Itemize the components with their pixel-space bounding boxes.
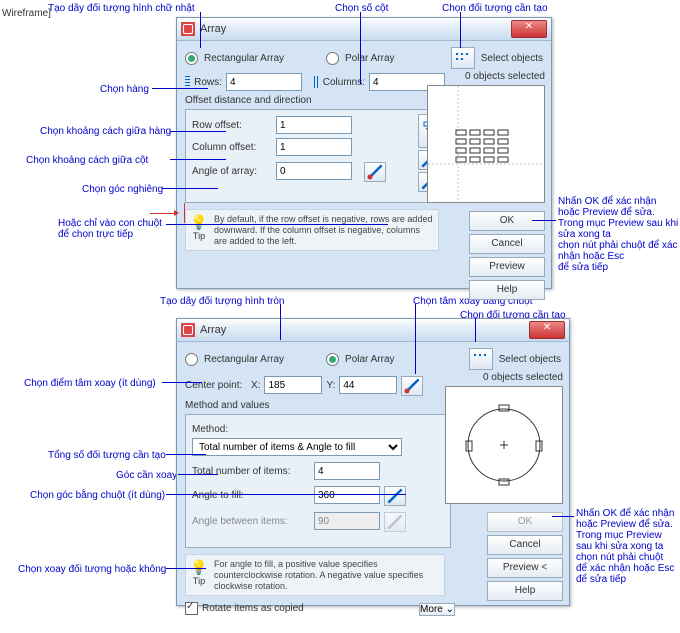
pick-afill-icon xyxy=(385,486,405,506)
app-icon xyxy=(181,22,195,36)
app-icon2 xyxy=(181,323,195,337)
cols-icon xyxy=(314,76,319,88)
preview-pane2 xyxy=(445,386,563,504)
rows-icon xyxy=(185,76,190,88)
radio-rect2[interactable] xyxy=(185,353,198,366)
ann-rows: Chọn hàng xyxy=(100,84,149,95)
method-select[interactable]: Total number of items & Angle to fill xyxy=(192,438,402,456)
titlebar[interactable]: Array ✕ xyxy=(177,18,551,41)
titlebar2[interactable]: Array ✕ xyxy=(177,319,569,342)
angle-input[interactable] xyxy=(276,162,352,180)
ann-angle-fill: Góc cần xoay xyxy=(116,470,177,481)
select-icon xyxy=(455,52,471,64)
radio-polar-label: Polar Array xyxy=(345,53,394,64)
dialog-rect-array: Array ✕ Rectangular Array Polar Array Se… xyxy=(176,17,552,289)
pick-afill-btn[interactable] xyxy=(384,486,406,506)
row-offset-input[interactable] xyxy=(276,116,352,134)
pick-center-btn[interactable] xyxy=(401,376,423,396)
afill-input[interactable] xyxy=(314,486,380,504)
ann-ok1: Nhấn OK để xác nhận hoặc Preview để sửa.… xyxy=(558,196,678,273)
ann-ok2: Nhấn OK để xác nhận hoặc Preview để sửa.… xyxy=(576,508,674,585)
radio-polar[interactable] xyxy=(326,52,339,65)
radio-polar2[interactable] xyxy=(326,353,339,366)
window-title2: Array xyxy=(200,324,529,336)
dialog-polar-array: Array ✕ Rectangular Array Polar Array Se… xyxy=(176,318,570,606)
ann-rotate: Chọn xoay đối tượng hoặc không xyxy=(18,564,166,575)
cancel-button2[interactable]: Cancel xyxy=(487,535,563,555)
pick-center-icon xyxy=(402,376,422,396)
rotate-checkbox[interactable] xyxy=(185,602,198,615)
col-offset-label: Column offset: xyxy=(192,142,272,153)
select-objects-label2: Select objects xyxy=(499,354,561,365)
ann-row-dist: Chọn khoảng cách giữa hàng xyxy=(40,126,171,137)
help-button2[interactable]: Help xyxy=(487,581,563,601)
row-offset-label: Row offset: xyxy=(192,120,272,131)
y-label: Y: xyxy=(326,380,335,391)
abet-input xyxy=(314,512,380,530)
ann-angle: Chọn góc nghiêng xyxy=(82,184,163,195)
close-button2[interactable]: ✕ xyxy=(529,321,565,339)
window-title: Array xyxy=(200,23,511,35)
select-objects-btn2[interactable] xyxy=(469,348,493,370)
pick-abet-icon xyxy=(385,512,405,532)
bulb-icon2: 💡Tip xyxy=(190,559,208,591)
preview-button[interactable]: Preview xyxy=(469,257,545,277)
y-input[interactable] xyxy=(339,376,397,394)
radio-rect-label2: Rectangular Array xyxy=(204,354,284,365)
x-input[interactable] xyxy=(264,376,322,394)
radio-polar-label2: Polar Array xyxy=(345,354,394,365)
cols-label: Columns: xyxy=(323,77,365,88)
preview-button2[interactable]: Preview < xyxy=(487,558,563,578)
cancel-button[interactable]: Cancel xyxy=(469,234,545,254)
ann-col-dist: Chọn khoảng cách giữa cột xyxy=(26,155,148,166)
close-button[interactable]: ✕ xyxy=(511,20,547,38)
radio-rect-label: Rectangular Array xyxy=(204,53,284,64)
tip-text: By default, if the row offset is negativ… xyxy=(214,214,434,246)
ann-polar: Tạo dãy đối tượng hình tròn xyxy=(160,296,284,307)
select-objects-label: Select objects xyxy=(481,53,543,64)
pick-abet-btn xyxy=(384,512,406,532)
total-input[interactable] xyxy=(314,462,380,480)
preview-pane xyxy=(427,85,545,203)
afill-label: Angle to fill: xyxy=(192,490,310,501)
select-icon2 xyxy=(473,353,489,365)
angle-label: Angle of array: xyxy=(192,166,272,177)
selected-info2: 0 objects selected xyxy=(483,372,563,383)
method-label: Method: xyxy=(192,424,444,435)
select-objects-btn[interactable] xyxy=(451,47,475,69)
more-button[interactable]: More ⌄ xyxy=(419,603,455,616)
ok-button2[interactable]: OK xyxy=(487,512,563,532)
pick-icon xyxy=(365,162,385,182)
col-offset-input[interactable] xyxy=(276,138,352,156)
ann-col-count: Chọn số cột xyxy=(335,3,388,14)
abet-label: Angle between items: xyxy=(192,516,310,527)
ann-rect-array: Tạo dãy đối tượng hình chữ nhật xyxy=(48,3,195,14)
radio-rect[interactable] xyxy=(185,52,198,65)
bulb-icon: 💡Tip xyxy=(190,214,208,246)
ann-sel-obj1: Chọn đối tượng cần tạo xyxy=(442,3,548,14)
x-label: X: xyxy=(251,380,260,391)
rows-label: Rows: xyxy=(194,77,222,88)
ann-angle-mouse: Chọn góc bằng chuột (ít dùng) xyxy=(30,490,165,501)
rotate-label: Rotate items as copied xyxy=(202,603,304,614)
wireframe-label: Wireframe] xyxy=(2,8,51,19)
ok-button[interactable]: OK xyxy=(469,211,545,231)
ann-mouse: Hoặc chỉ vào con chuột để chọn trực tiếp xyxy=(58,218,162,240)
tip-text2: For angle to fill, a positive value spec… xyxy=(214,559,440,591)
selected-info: 0 objects selected xyxy=(465,71,545,82)
ann-center: Chọn điểm tâm xoay (ít dùng) xyxy=(24,378,156,389)
ann-total: Tổng số đối tượng cần tạo xyxy=(48,450,166,461)
rows-input[interactable] xyxy=(226,73,302,91)
pick-angle-btn[interactable] xyxy=(364,162,386,182)
help-button[interactable]: Help xyxy=(469,280,545,300)
